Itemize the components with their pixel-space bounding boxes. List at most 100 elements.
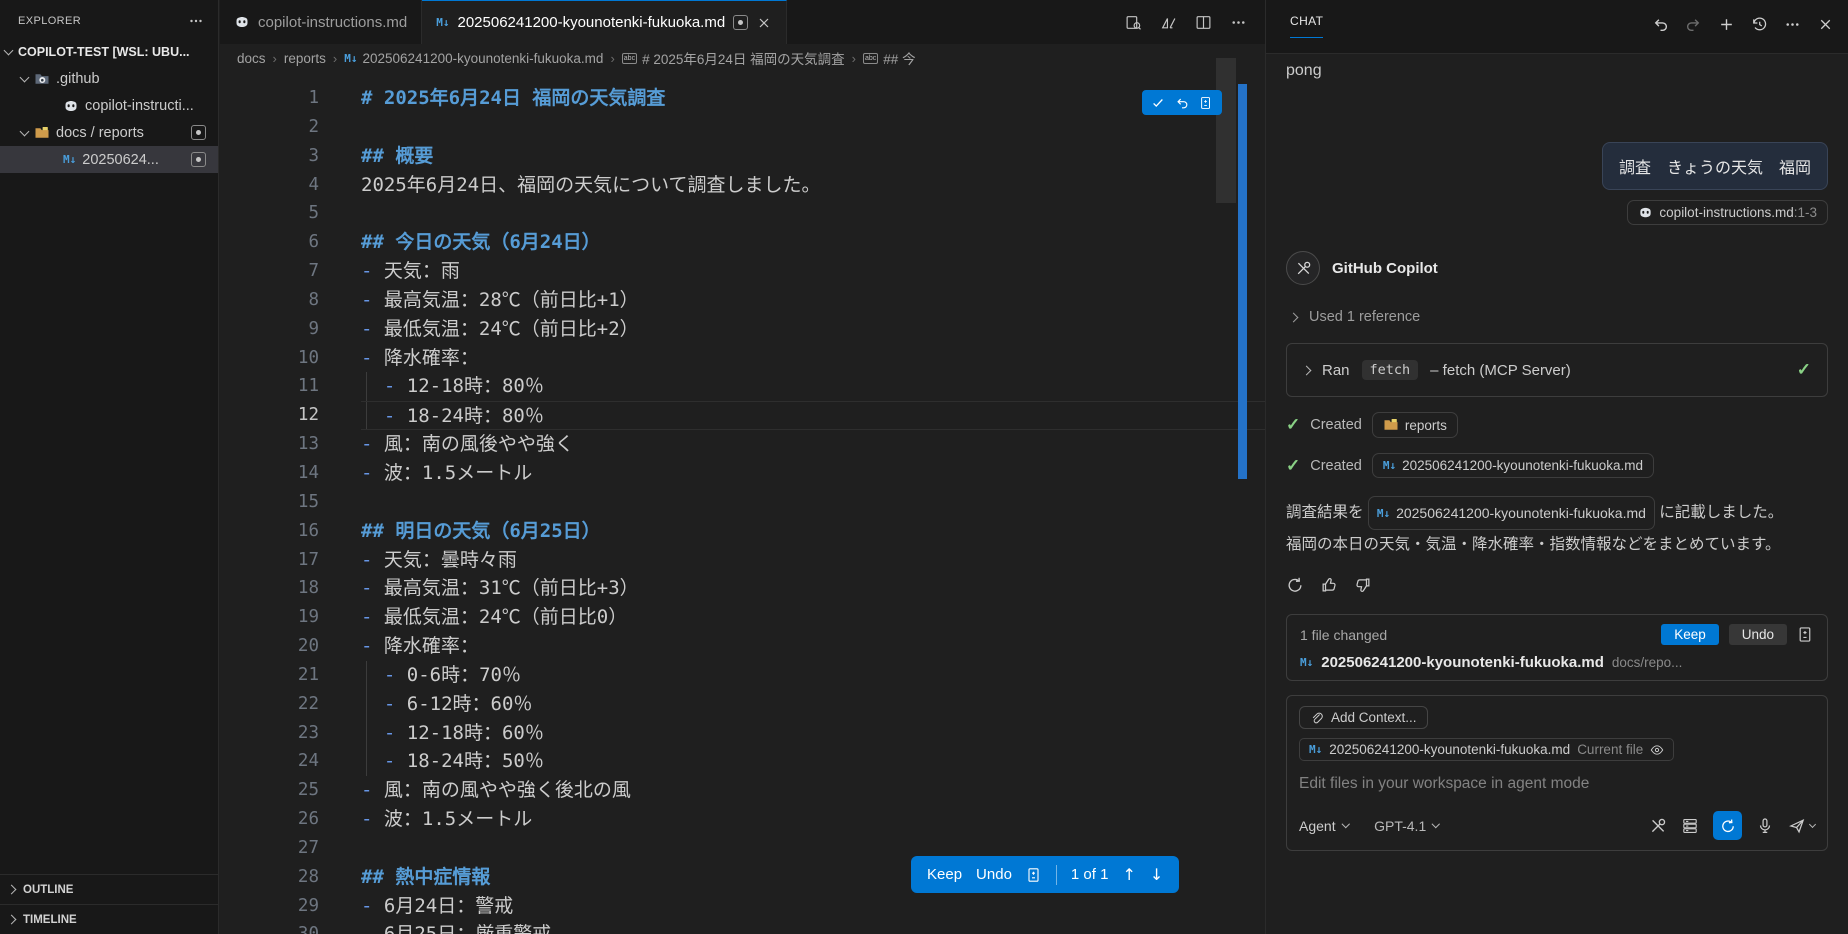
editor-line-24[interactable]: 24 - 18-24時：50％ [220, 747, 1265, 776]
editor-line-6[interactable]: 6## 今日の天気（6月24日） [220, 228, 1265, 257]
diff-file-icon[interactable] [1797, 626, 1814, 643]
context-file-name: 202506241200-kyounotenki-fukuoka.md [1329, 742, 1570, 757]
send-button[interactable] [1788, 817, 1815, 835]
tree-item-docs-reports[interactable]: docs / reports [0, 119, 218, 146]
undo-button[interactable]: Undo [976, 866, 1012, 883]
breadcrumb-item[interactable]: M↓202506241200-kyounotenki-fukuoka.md [344, 51, 603, 66]
line-number: 28 [220, 863, 319, 892]
sidebar-section-outline[interactable]: OUTLINE [0, 874, 218, 904]
breadcrumb-item[interactable]: abc## 今 [863, 48, 916, 68]
add-context-button[interactable]: Add Context... [1299, 706, 1428, 729]
editor-line-20[interactable]: 20- 降水確率： [220, 632, 1265, 661]
diff-file-icon[interactable] [1026, 867, 1042, 883]
tools-icon[interactable] [1649, 817, 1667, 835]
thumbs-up-icon[interactable] [1320, 576, 1338, 594]
editor-line-25[interactable]: 25- 風：南の風やや強く後北の風 [220, 776, 1265, 805]
breadcrumb-item[interactable]: docs [237, 51, 266, 66]
undo-icon[interactable] [1652, 16, 1669, 33]
keep-all-button[interactable]: Keep [1661, 624, 1719, 645]
editor-line-26[interactable]: 26- 波：1.5メートル [220, 805, 1265, 834]
editor-line-14[interactable]: 14- 波：1.5メートル [220, 459, 1265, 488]
tab-chat[interactable]: CHAT [1290, 14, 1323, 38]
explorer-more-actions-icon[interactable] [188, 13, 204, 29]
line-text [361, 199, 1265, 228]
chevron-down-icon [1432, 820, 1440, 828]
editor-line-15[interactable]: 15 [220, 488, 1265, 517]
created-file-chip[interactable]: reports [1372, 412, 1458, 438]
changed-file-row[interactable]: M↓ 202506241200-kyounotenki-fukuoka.md d… [1300, 654, 1814, 671]
editor-line-10[interactable]: 10- 降水確率： [220, 344, 1265, 373]
sidebar-project-root[interactable]: COPILOT-TEST [WSL: UBU... [0, 38, 218, 65]
editor-line-4[interactable]: 42025年6月24日、福岡の天気について調査しました。 [220, 171, 1265, 200]
next-change-icon[interactable]: ↓ [1150, 865, 1163, 884]
more-actions-icon[interactable] [1230, 14, 1247, 31]
editor-line-16[interactable]: 16## 明日の天気（6月25日） [220, 517, 1265, 546]
mcp-server-icon[interactable] [1681, 817, 1699, 835]
line-number: 1 [220, 84, 319, 113]
chevron-down-icon [4, 45, 14, 55]
line-text: - 18-24時：50％ [361, 747, 1265, 776]
editor-line-8[interactable]: 8- 最高気温：28℃（前日比+1） [220, 286, 1265, 315]
editor-line-5[interactable]: 5 [220, 199, 1265, 228]
sidebar-section-timeline[interactable]: TIMELINE [0, 904, 218, 934]
created-file-chip[interactable]: M↓202506241200-kyounotenki-fukuoka.md [1372, 453, 1654, 478]
undo-all-button[interactable]: Undo [1729, 624, 1787, 645]
open-preview-icon[interactable] [1125, 14, 1142, 31]
more-icon[interactable] [1784, 16, 1801, 33]
editor-line-1[interactable]: 1# 2025年6月24日 福岡の天気調査 [220, 84, 1265, 113]
tab-202506241200-kyounotenki-fukuoka-md[interactable]: M↓202506241200-kyounotenki-fukuoka.md [422, 0, 787, 44]
editor-line-9[interactable]: 9- 最低気温：24℃（前日比+2） [220, 315, 1265, 344]
editor-line-12[interactable]: 12 - 18-24時：80％ [220, 401, 1265, 430]
close-icon[interactable] [756, 15, 772, 31]
chevron-down-icon [1809, 820, 1816, 827]
editor-line-17[interactable]: 17- 天気：曇時々雨 [220, 546, 1265, 575]
editor-line-13[interactable]: 13- 風：南の風後やや強く [220, 430, 1265, 459]
discard-undo-icon[interactable] [1175, 96, 1189, 110]
redo-icon[interactable] [1685, 16, 1702, 33]
editor-line-3[interactable]: 3## 概要 [220, 142, 1265, 171]
editor-line-11[interactable]: 11 - 12-18時：80％ [220, 372, 1265, 401]
eye-icon[interactable] [1650, 743, 1664, 757]
auto-approve-sync-button[interactable] [1713, 811, 1742, 840]
tree-item-copilot-instructi-[interactable]: copilot-instructi... [0, 92, 218, 119]
history-icon[interactable] [1751, 16, 1768, 33]
tool-call-row[interactable]: Ran fetch – fetch (MCP Server) ✓ [1286, 343, 1828, 397]
editor-line-2[interactable]: 2 [220, 113, 1265, 142]
chat-input-field[interactable]: Edit files in your workspace in agent mo… [1299, 775, 1815, 793]
editor-line-29[interactable]: 29- 6月24日：警戒 [220, 892, 1265, 921]
diff-file-icon[interactable] [1199, 96, 1213, 110]
new-chat-icon[interactable] [1718, 16, 1735, 33]
previous-change-icon[interactable]: ↑ [1122, 865, 1135, 884]
request-reference-chip[interactable]: copilot-instructions.md:1-3 [1627, 200, 1828, 225]
editor-line-7[interactable]: 7- 天気：雨 [220, 257, 1265, 286]
reference-file-name: copilot-instructions.md [1659, 205, 1793, 220]
breadcrumb-item[interactable]: abc# 2025年6月24日 福岡の天気調査 [622, 48, 845, 68]
tree-item--github[interactable]: .github [0, 65, 218, 92]
editor-content[interactable]: 1# 2025年6月24日 福岡の天気調査23## 概要42025年6月24日、… [220, 72, 1265, 934]
editor-line-30[interactable]: 30- 6月25日：厳重警戒 [220, 920, 1265, 934]
change-counter: 1 of 1 [1071, 866, 1109, 883]
editor-line-19[interactable]: 19- 最低気温：24℃（前日比0） [220, 603, 1265, 632]
close-icon[interactable] [1817, 16, 1834, 33]
user-request-bubble[interactable]: 調査 きょうの天気 福岡 [1602, 142, 1828, 190]
open-changes-icon[interactable] [1160, 14, 1177, 31]
model-picker[interactable]: GPT-4.1 [1374, 818, 1439, 834]
thumbs-down-icon[interactable] [1354, 576, 1372, 594]
editor-line-18[interactable]: 18- 最高気温：31℃（前日比+3） [220, 574, 1265, 603]
split-editor-icon[interactable] [1195, 14, 1212, 31]
tree-item-20250624-[interactable]: M↓20250624... [0, 146, 218, 173]
breadcrumb-item[interactable]: reports [284, 51, 326, 66]
editor-line-21[interactable]: 21 - 0-6時：70％ [220, 661, 1265, 690]
accept-check-icon[interactable] [1151, 96, 1165, 110]
answer-file-chip[interactable]: M↓202506241200-kyounotenki-fukuoka.md [1368, 496, 1655, 530]
rerun-icon[interactable] [1286, 576, 1304, 594]
tab-copilot-instructions-md[interactable]: copilot-instructions.md [220, 0, 422, 44]
microphone-icon[interactable] [1756, 817, 1774, 835]
context-file-chip[interactable]: M↓ 202506241200-kyounotenki-fukuoka.md C… [1299, 738, 1674, 761]
editor-line-23[interactable]: 23 - 12-18時：60％ [220, 719, 1265, 748]
mode-picker-agent[interactable]: Agent [1299, 818, 1348, 834]
keep-button[interactable]: Keep [927, 866, 962, 883]
editor-line-22[interactable]: 22 - 6-12時：60％ [220, 690, 1265, 719]
editor-scrollbar[interactable] [1216, 58, 1236, 203]
used-references-toggle[interactable]: Used 1 reference [1286, 309, 1828, 325]
